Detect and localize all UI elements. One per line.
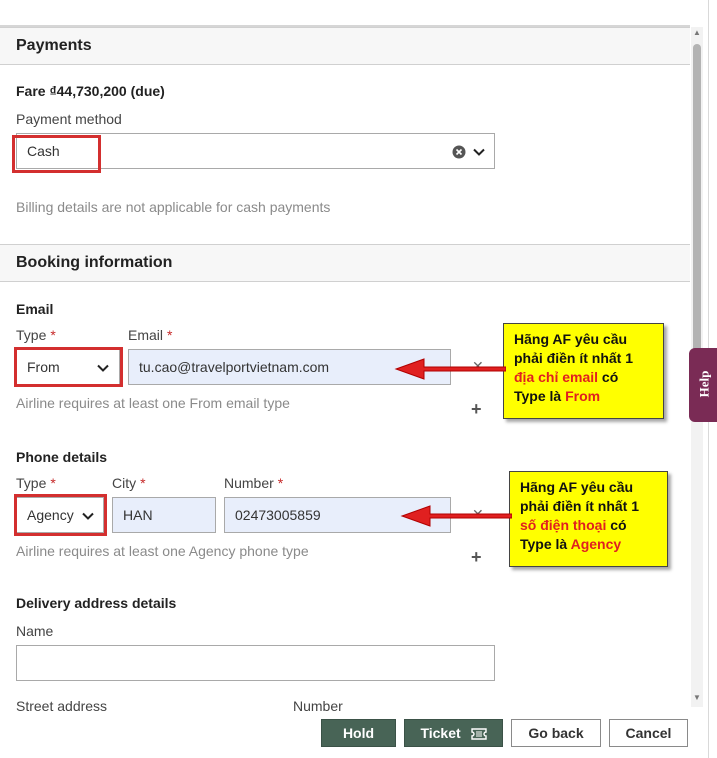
phone-city-label: City * (112, 475, 146, 491)
help-tab[interactable]: Help (689, 348, 717, 422)
payments-section-header: Payments (0, 27, 690, 65)
fare-amount: Fare ₫44,730,200 (due) (16, 83, 165, 99)
scrollbar-thumb[interactable] (693, 44, 701, 374)
phone-city-input[interactable]: HAN (112, 497, 216, 533)
phone-annotation-callout: Hãng AF yêu cầu phải điền ít nhất 1 số đ… (509, 471, 668, 567)
phone-type-highlight (14, 494, 107, 536)
scroll-up-arrow-icon[interactable]: ▲ (692, 28, 702, 38)
phone-type-label: Type * (16, 475, 56, 491)
delivery-name-input[interactable] (16, 645, 495, 681)
payment-method-label: Payment method (16, 111, 122, 127)
email-type-highlight (14, 347, 123, 387)
help-label: Help (696, 370, 712, 398)
payment-method-highlight (12, 135, 101, 173)
email-annotation-callout: Hãng AF yêu cầu phải điền ít nhất 1 địa … (503, 323, 664, 419)
cancel-button[interactable]: Cancel (609, 719, 688, 747)
phone-requirement-hint: Airline requires at least one Agency pho… (16, 543, 309, 559)
booking-section-header: Booking information (0, 244, 690, 282)
scroll-down-arrow-icon[interactable]: ▼ (692, 693, 702, 703)
email-address-label: Email * (128, 327, 173, 343)
email-type-label: Type * (16, 327, 56, 343)
delivery-heading: Delivery address details (16, 595, 177, 611)
email-annotation-arrow (394, 358, 506, 380)
ticket-icon (470, 728, 487, 740)
add-phone-button[interactable]: + (471, 547, 482, 568)
phone-city-value: HAN (123, 507, 153, 523)
delivery-name-label: Name (16, 623, 54, 639)
phone-annotation-arrow (400, 505, 512, 527)
payments-title: Payments (16, 37, 92, 54)
ticket-button[interactable]: Ticket (404, 719, 503, 747)
clear-icon[interactable] (452, 145, 466, 159)
phone-number-value: 02473005859 (235, 507, 321, 523)
email-heading: Email (16, 301, 54, 317)
email-value: tu.cao@travelportvietnam.com (139, 359, 330, 375)
phone-number-label: Number * (224, 475, 284, 491)
hold-button[interactable]: Hold (321, 719, 396, 747)
phone-heading: Phone details (16, 449, 108, 465)
chevron-down-icon[interactable] (472, 145, 486, 159)
add-email-button[interactable]: + (471, 399, 482, 420)
email-requirement-hint: Airline requires at least one From email… (16, 395, 290, 411)
go-back-button[interactable]: Go back (511, 719, 601, 747)
booking-title: Booking information (16, 254, 173, 271)
billing-note: Billing details are not applicable for c… (16, 199, 331, 215)
